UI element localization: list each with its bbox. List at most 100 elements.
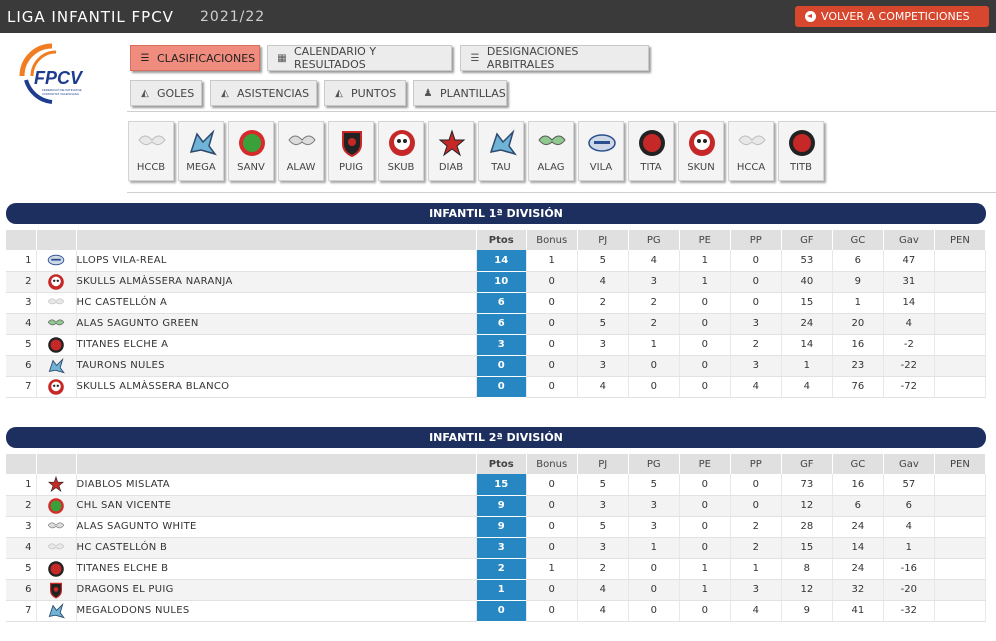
- team-tile-mega[interactable]: MEGA: [178, 121, 224, 181]
- team-tile-skub[interactable]: SKUB: [378, 121, 424, 181]
- gav-cell: -72: [883, 376, 935, 398]
- team-tile-label: HCCB: [136, 162, 166, 173]
- team-tile-label: SKUN: [687, 162, 715, 173]
- team-name-cell[interactable]: CHL SAN VICENTE: [76, 495, 477, 517]
- bonus-cell: 0: [526, 537, 578, 559]
- team-name-cell[interactable]: ALAS SAGUNTO WHITE: [76, 516, 477, 538]
- bonus-cell: 1: [526, 250, 578, 272]
- team-name-cell[interactable]: HC CASTELLÓN A: [76, 292, 477, 314]
- team-tile-sanv[interactable]: SANV: [228, 121, 274, 181]
- team-tile-vila[interactable]: VILA: [578, 121, 624, 181]
- ptos-cell: 0: [476, 600, 527, 622]
- column-header-pj: PJ: [577, 230, 629, 250]
- division-1-header: INFANTIL 1ª DIVISIÓN: [6, 203, 986, 224]
- bonus-cell: 0: [526, 334, 578, 356]
- bonus-cell: 0: [526, 271, 578, 293]
- table-row[interactable]: 1 LLOPS VILA-REAL 14 1 5 4 1 0 53 6 47: [6, 250, 987, 272]
- table-row[interactable]: 6 DRAGONS EL PUIG 1 0 4 0 1 3 12 32 -20: [6, 579, 987, 601]
- table-row[interactable]: 1 DIABLOS MISLATA 15 0 5 5 0 0 73 16 57: [6, 474, 987, 496]
- table-row[interactable]: 3 ALAS SAGUNTO WHITE 9 0 5 3 0 2 28 24 4: [6, 516, 987, 538]
- team-name-cell[interactable]: HC CASTELLÓN B: [76, 537, 477, 559]
- team-tile-alag[interactable]: ALAG: [528, 121, 574, 181]
- gav-cell: 4: [883, 516, 935, 538]
- team-name-cell[interactable]: SKULLS ALMÀSSERA NARANJA: [76, 271, 477, 293]
- pe-cell: 0: [679, 355, 731, 377]
- team-tile-label: VILA: [589, 162, 613, 173]
- crest-skub-icon: [389, 130, 415, 156]
- tab-calendario[interactable]: ▦ CALENDARIO Y RESULTADOS: [267, 45, 452, 71]
- team-tile-tita[interactable]: TITA: [628, 121, 674, 181]
- team-name-cell[interactable]: SKULLS ALMÀSSERA BLANCO: [76, 376, 477, 398]
- team-tile-hccb[interactable]: HCCB: [128, 121, 174, 181]
- tab-puntos[interactable]: ◭ PUNTOS: [324, 80, 406, 106]
- table-row[interactable]: 3 HC CASTELLÓN A 6 0 2 2 0 0 15 1 14: [6, 292, 987, 314]
- team-name-cell[interactable]: MEGALODONS NULES: [76, 600, 477, 622]
- ptos-cell: 6: [476, 313, 527, 335]
- pe-cell: 0: [679, 313, 731, 335]
- team-tile-tau[interactable]: TAU: [478, 121, 524, 181]
- tab-clasificaciones[interactable]: ☰ CLASIFICACIONES: [130, 45, 260, 71]
- team-name-cell[interactable]: LLOPS VILA-REAL: [76, 250, 477, 272]
- table-row[interactable]: 5 TITANES ELCHE B 2 1 2 0 1 1 8 24 -16: [6, 558, 987, 580]
- team-tile-label: SANV: [237, 162, 265, 173]
- team-name-cell[interactable]: DRAGONS EL PUIG: [76, 579, 477, 601]
- team-tile-puig[interactable]: PUIG: [328, 121, 374, 181]
- ptos-cell: 0: [476, 355, 527, 377]
- table-row[interactable]: 4 ALAS SAGUNTO GREEN 6 0 5 2 0 3 24 20 4: [6, 313, 987, 335]
- pe-cell: 0: [679, 537, 731, 559]
- team-crest-icon: [47, 298, 65, 304]
- table-row[interactable]: 2 SKULLS ALMÀSSERA NARANJA 10 0 4 3 1 0 40 9 31: [6, 271, 987, 293]
- gf-cell: 1: [781, 355, 833, 377]
- team-crest-cell: [36, 474, 77, 496]
- team-tile-hcca[interactable]: HCCA: [728, 121, 774, 181]
- column-header-pp: PP: [730, 454, 782, 474]
- position-cell: 5: [6, 558, 37, 580]
- pp-cell: 2: [730, 516, 782, 538]
- pp-cell: 4: [730, 376, 782, 398]
- team-tile-skun[interactable]: SKUN: [678, 121, 724, 181]
- pp-cell: 3: [730, 355, 782, 377]
- position-cell: 3: [6, 516, 37, 538]
- gav-cell: 14: [883, 292, 935, 314]
- table-row[interactable]: 6 TAURONS NULES 0 0 3 0 0 3 1 23 -22: [6, 355, 987, 377]
- team-crest-cell: [36, 537, 77, 559]
- gc-cell: 14: [832, 537, 884, 559]
- back-to-competitions-button[interactable]: VOLVER A COMPETICIONES: [795, 6, 989, 27]
- pj-cell: 5: [577, 313, 629, 335]
- team-tile-diab[interactable]: DIAB: [428, 121, 474, 181]
- pen-cell: [934, 355, 987, 377]
- team-tile-titb[interactable]: TITB: [778, 121, 824, 181]
- tab-goles[interactable]: ◭ GOLES: [130, 80, 202, 106]
- table-row[interactable]: 7 SKULLS ALMÀSSERA BLANCO 0 0 4 0 0 4 4 76 -72: [6, 376, 987, 398]
- team-crest-icon: [437, 128, 467, 158]
- area-chart-icon: ◭: [141, 87, 149, 99]
- crest-hcca-icon: [738, 135, 766, 146]
- table-row[interactable]: 7 MEGALODONS NULES 0 0 4 0 0 4 9 41 -32: [6, 600, 987, 622]
- pp-cell: 1: [730, 558, 782, 580]
- gf-cell: 4: [781, 376, 833, 398]
- tab-plantillas[interactable]: ♟ PLANTILLAS: [413, 80, 507, 106]
- team-tile-label: PUIG: [338, 162, 364, 173]
- pj-cell: 3: [577, 334, 629, 356]
- pen-cell: [934, 600, 987, 622]
- team-tile-alaw[interactable]: ALAW: [278, 121, 324, 181]
- bonus-cell: 1: [526, 558, 578, 580]
- table-row[interactable]: 2 CHL SAN VICENTE 9 0 3 3 0 0 12 6 6: [6, 495, 987, 517]
- tab-asistencias[interactable]: ◭ ASISTENCIAS: [210, 80, 317, 106]
- pg-cell: 3: [628, 271, 680, 293]
- team-name-cell[interactable]: TAURONS NULES: [76, 355, 477, 377]
- team-name-cell[interactable]: DIABLOS MISLATA: [76, 474, 477, 496]
- pe-cell: 0: [679, 516, 731, 538]
- bonus-cell: 0: [526, 579, 578, 601]
- tab-designaciones[interactable]: ☰ DESIGNACIONES ARBITRALES: [460, 45, 649, 71]
- team-name-cell[interactable]: TITANES ELCHE B: [76, 558, 477, 580]
- team-name-cell[interactable]: TITANES ELCHE A: [76, 334, 477, 356]
- table-row[interactable]: 5 TITANES ELCHE A 3 0 3 1 0 2 14 16 -2: [6, 334, 987, 356]
- crest-mega-icon: [189, 129, 217, 156]
- gc-cell: 6: [832, 495, 884, 517]
- table-row[interactable]: 4 HC CASTELLÓN B 3 0 3 1 0 2 15 14 1: [6, 537, 987, 559]
- column-header-pg: PG: [628, 454, 680, 474]
- pp-cell: 0: [730, 292, 782, 314]
- pp-cell: 2: [730, 334, 782, 356]
- team-name-cell[interactable]: ALAS SAGUNTO GREEN: [76, 313, 477, 335]
